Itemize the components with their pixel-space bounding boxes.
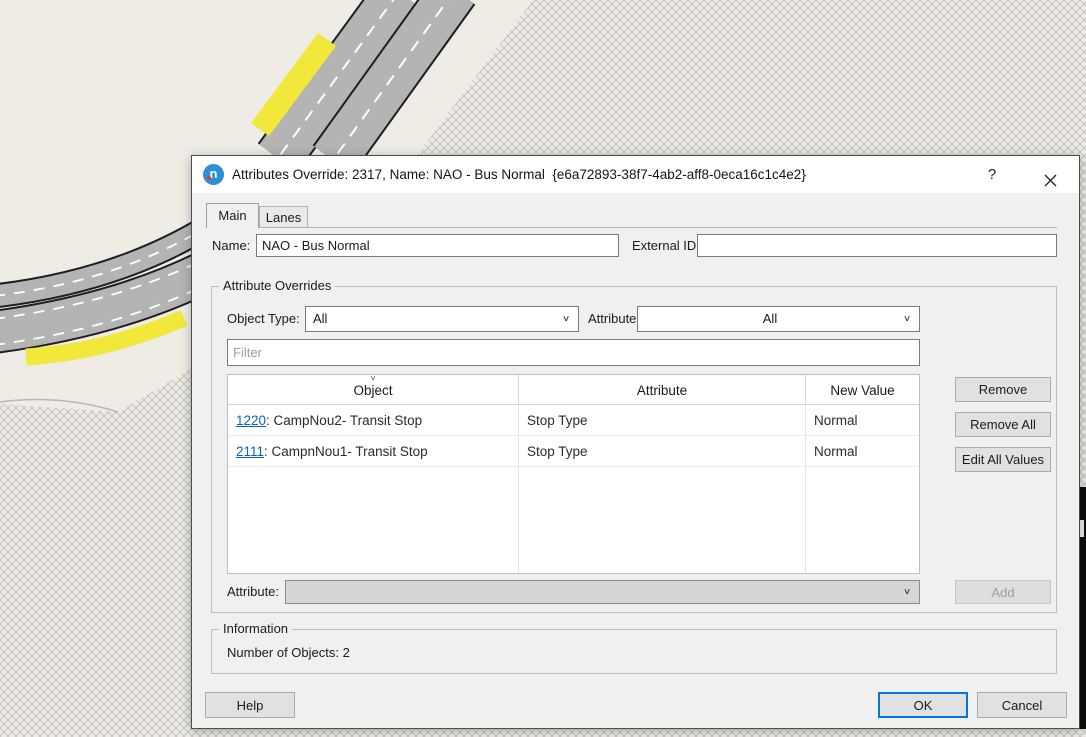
edit-all-values-button[interactable]: Edit All Values [955, 447, 1051, 472]
cell-new-value: Normal [806, 436, 919, 467]
filter-input[interactable] [227, 339, 920, 366]
column-header-attribute-label: Attribute [637, 383, 687, 398]
add-attribute-label: Attribute: [227, 580, 279, 604]
chevron-down-icon: ∨ [903, 587, 911, 597]
information-group-title: Information [219, 621, 292, 636]
object-id-link[interactable]: 1220 [236, 413, 266, 428]
object-type-value: All [313, 307, 554, 331]
add-attribute-select[interactable]: ∨ [285, 580, 920, 604]
logo-dot-icon [207, 176, 211, 180]
attributes-override-dialog: n Attributes Override: 2317, Name: NAO -… [191, 155, 1080, 729]
number-of-objects-text: Number of Objects: 2 [227, 643, 350, 663]
tab-main[interactable]: Main [206, 203, 259, 228]
table-row[interactable]: 2111: CampnNou1- Transit Stop Stop Type … [228, 436, 919, 467]
object-type-label: Object Type: [227, 306, 300, 332]
tab-divider [206, 227, 1057, 228]
close-icon[interactable] [1032, 156, 1068, 193]
external-id-label: External ID: [632, 234, 700, 257]
attribute-overrides-group: Attribute Overrides Object Type: All ∨ A… [211, 286, 1057, 613]
ok-button[interactable]: OK [878, 692, 968, 718]
chevron-down-icon: ∨ [562, 314, 570, 324]
sort-indicator-icon: ∨ [369, 375, 376, 383]
titlebar-help-button[interactable]: ? [974, 156, 1010, 193]
object-type-select[interactable]: All ∨ [305, 306, 579, 332]
add-button[interactable]: Add [955, 580, 1051, 604]
add-attribute-value [293, 581, 895, 603]
dialog-titlebar[interactable]: n Attributes Override: 2317, Name: NAO -… [192, 156, 1079, 193]
logo-letter: n [210, 166, 218, 181]
column-header-object[interactable]: ∨ Object [228, 375, 519, 405]
table-header: ∨ Object Attribute New Value [228, 375, 919, 405]
column-header-object-label: Object [353, 383, 392, 398]
name-label: Name: [212, 234, 250, 257]
cell-object: 2111: CampnNou1- Transit Stop [228, 436, 518, 467]
attribute-filter-select[interactable]: All ∨ [637, 306, 920, 332]
object-text: : CampnNou1- Transit Stop [264, 444, 428, 459]
remove-all-button[interactable]: Remove All [955, 412, 1051, 437]
name-input[interactable] [256, 234, 619, 257]
aimsun-logo-icon: n [203, 164, 224, 185]
tab-lanes[interactable]: Lanes [259, 206, 308, 228]
table-row[interactable]: 1220: CampNou2- Transit Stop Stop Type N… [228, 405, 919, 436]
attribute-filter-value: All [645, 307, 895, 331]
information-group: Information Number of Objects: 2 [211, 629, 1057, 674]
screen: n Attributes Override: 2317, Name: NAO -… [0, 0, 1086, 737]
cell-new-value: Normal [806, 405, 919, 436]
external-id-input[interactable] [697, 234, 1057, 257]
column-header-attribute[interactable]: Attribute [519, 375, 806, 405]
cell-attribute: Stop Type [519, 405, 805, 436]
cancel-button[interactable]: Cancel [977, 692, 1067, 718]
cell-attribute: Stop Type [519, 436, 805, 467]
attribute-filter-label: Attribute: [588, 306, 640, 332]
cell-object: 1220: CampNou2- Transit Stop [228, 405, 518, 436]
dialog-title: Attributes Override: 2317, Name: NAO - B… [232, 156, 806, 193]
column-header-new-value[interactable]: New Value [806, 375, 919, 405]
column-header-new-value-label: New Value [830, 383, 894, 398]
overrides-table: ∨ Object Attribute New Value 1220: CampN… [227, 374, 920, 574]
chevron-down-icon: ∨ [903, 314, 911, 324]
help-button[interactable]: Help [205, 692, 295, 718]
attribute-overrides-group-title: Attribute Overrides [219, 278, 335, 293]
object-text: : CampNou2- Transit Stop [266, 413, 422, 428]
remove-button[interactable]: Remove [955, 377, 1051, 402]
object-id-link[interactable]: 2111 [236, 444, 264, 459]
